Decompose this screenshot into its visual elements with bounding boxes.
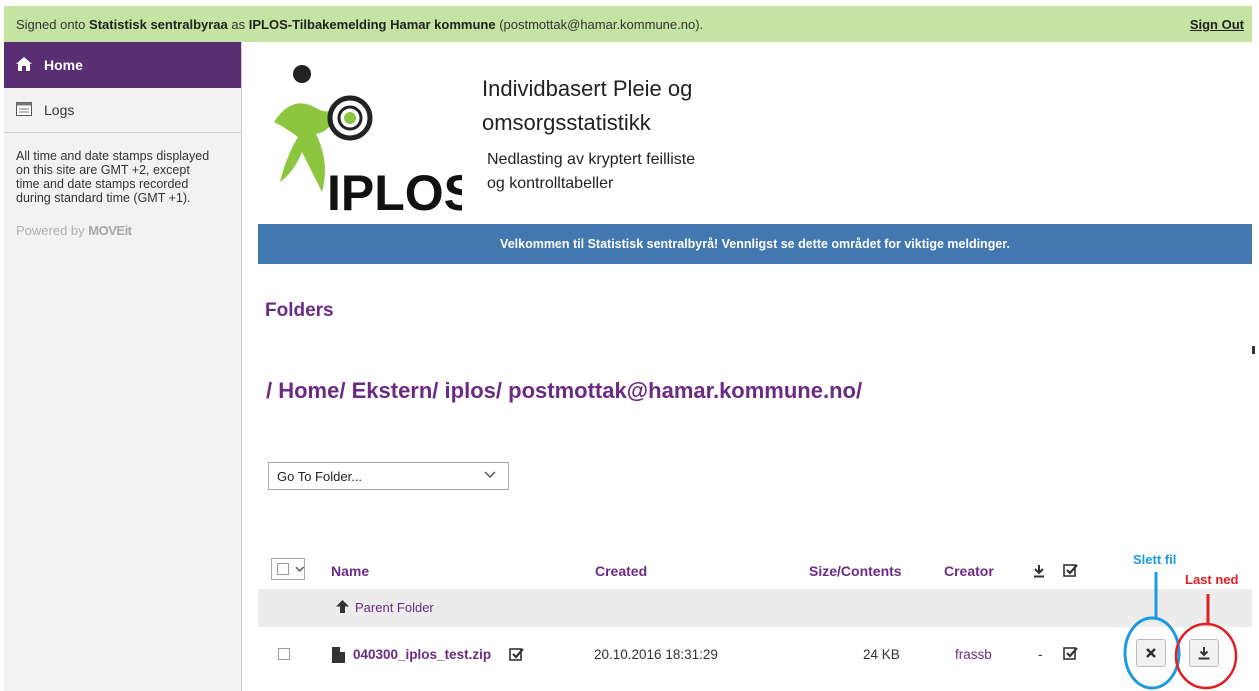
download-callout-circle [1174,622,1238,690]
scrollbar-marker [1252,346,1255,354]
download-callout-label: Last ned [1185,572,1239,587]
delete-callout-circle [1123,616,1181,690]
delete-callout-label: Slett fil [1133,552,1177,567]
annotation-overlay [1123,572,1238,690]
